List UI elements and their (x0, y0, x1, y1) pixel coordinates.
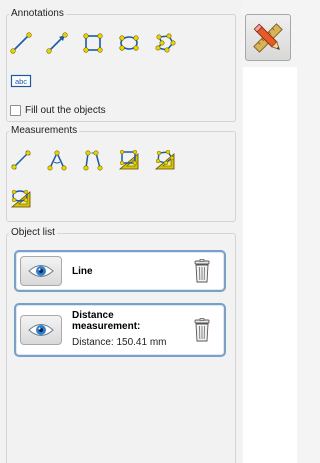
angle-measure-icon (47, 150, 67, 171)
measurements-group: Measurements (6, 125, 236, 222)
ellipse-area-measure-tool-button[interactable] (9, 186, 33, 210)
open-angle-measure-icon (83, 150, 103, 171)
arrow-icon (46, 32, 68, 54)
text-icon: abc (10, 74, 32, 88)
ellipse-icon (119, 35, 139, 51)
trash-icon[interactable] (192, 259, 212, 283)
angle-measure-tool-button[interactable] (45, 148, 69, 172)
eye-icon (28, 324, 54, 336)
object-list-item[interactable]: Line (14, 250, 226, 292)
rectangle-icon (83, 33, 103, 53)
close-tools-button[interactable] (245, 14, 291, 61)
crossed-pencil-ruler-icon (253, 22, 283, 53)
distance-measure-icon (11, 150, 31, 170)
object-label: Distance measurement: (72, 310, 141, 332)
object-detail: Distance: 150.41 mm (72, 337, 167, 348)
ellipse-area-measure-icon (10, 189, 31, 208)
visibility-toggle-button[interactable] (20, 315, 62, 345)
object-list-item[interactable]: Distance measurement: Distance: 150.41 m… (14, 303, 226, 357)
line-icon (10, 32, 32, 54)
trash-icon[interactable] (192, 318, 212, 342)
fill-objects-label: Fill out the objects (25, 104, 106, 116)
arrow-tool-button[interactable] (45, 31, 69, 55)
polygon-tool-button[interactable] (153, 31, 177, 55)
annotations-group: Annotations abc Fill out the objects (6, 8, 236, 122)
distance-measure-tool-button[interactable] (9, 148, 33, 172)
measurements-title: Measurements (9, 125, 80, 137)
text-tool-label: abc (15, 77, 27, 86)
annotations-title: Annotations (9, 8, 66, 20)
polygon-area-measure-icon (154, 149, 175, 170)
rectangle-area-measure-tool-button[interactable] (117, 148, 141, 172)
polygon-area-measure-tool-button[interactable] (153, 148, 177, 172)
ellipse-tool-button[interactable] (117, 31, 141, 55)
fill-objects-checkbox[interactable] (10, 104, 21, 116)
visibility-toggle-button[interactable] (20, 256, 62, 286)
text-tool-button[interactable]: abc (9, 69, 33, 93)
polygon-icon (155, 33, 176, 53)
tool-panel: Annotations abc Fill out the objects Mea… (0, 0, 241, 463)
object-list-title: Object list (9, 227, 57, 239)
rectangle-tool-button[interactable] (81, 31, 105, 55)
open-angle-measure-tool-button[interactable] (81, 148, 105, 172)
rectangle-area-measure-icon (118, 149, 139, 170)
drawing-canvas[interactable] (243, 67, 297, 463)
line-tool-button[interactable] (9, 31, 33, 55)
eye-icon (28, 265, 54, 277)
object-list-group: Object list Line Distance measurement: D… (6, 227, 236, 463)
fill-objects-option[interactable]: Fill out the objects (10, 103, 106, 117)
object-label: Line (72, 266, 93, 277)
